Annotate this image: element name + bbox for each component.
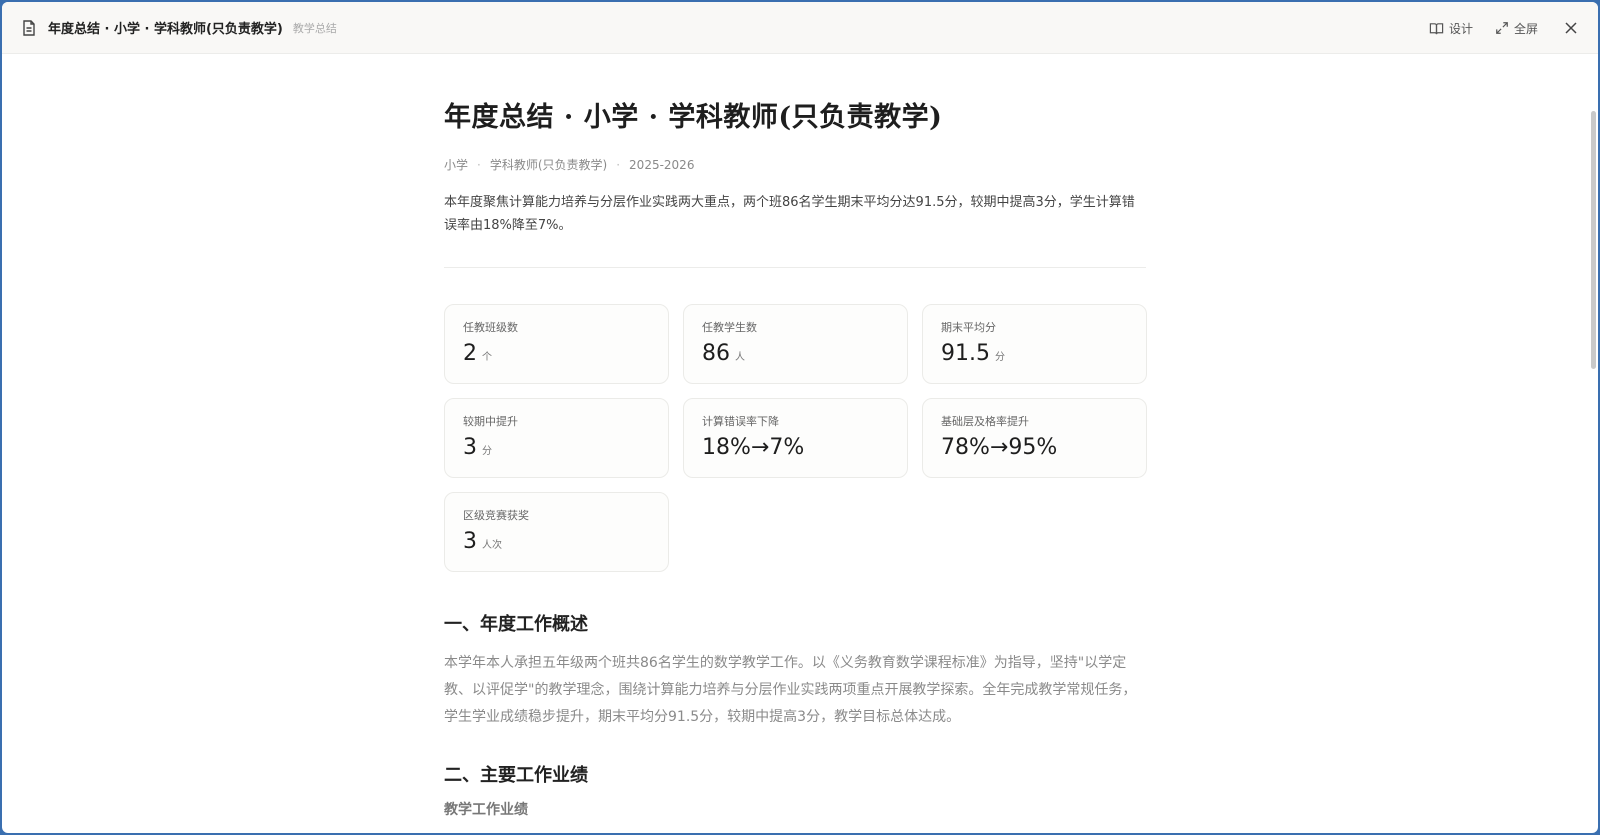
document-meta: 小学 · 学科教师(只负责教学) · 2025-2026 xyxy=(444,156,1146,173)
design-button[interactable]: 设计 xyxy=(1429,20,1473,37)
stat-label: 任教班级数 xyxy=(463,321,518,334)
divider xyxy=(444,267,1146,268)
subsection-heading-teaching: 教学工作业绩 xyxy=(444,802,528,818)
stat-unit: 人次 xyxy=(482,540,502,551)
stat-unit: 分 xyxy=(994,352,1005,363)
section-heading-overview: 一、年度工作概述 xyxy=(444,614,588,635)
stat-unit: 人 xyxy=(735,352,745,363)
meta-level: 小学 xyxy=(444,158,469,172)
fullscreen-button[interactable]: 全屏 xyxy=(1495,20,1538,37)
meta-separator: · xyxy=(616,157,621,172)
expand-icon xyxy=(1495,21,1514,35)
stat-label: 计算错误率下降 xyxy=(702,415,779,428)
close-button[interactable] xyxy=(1564,21,1578,35)
stat-value: 18%→7% xyxy=(702,435,805,460)
stat-card: 计算错误率下降 18%→7% xyxy=(683,398,908,478)
book-open-icon xyxy=(1429,21,1449,36)
document-icon xyxy=(20,19,38,37)
stat-card: 任教班级数 2个 xyxy=(444,304,669,384)
fullscreen-button-label: 全屏 xyxy=(1513,21,1538,36)
title-bar: 年度总结 · 小学 · 学科教师(只负责教学) 教学总结 设计 全屏 xyxy=(2,2,1598,54)
window-subtitle: 教学总结 xyxy=(292,21,337,35)
close-icon xyxy=(1564,21,1578,35)
stat-value: 3 xyxy=(463,529,477,554)
design-button-label: 设计 xyxy=(1448,21,1473,36)
stat-card: 基础层及格率提升 78%→95% xyxy=(922,398,1147,478)
stat-label: 较期中提升 xyxy=(463,415,518,428)
document-window: 年度总结 · 小学 · 学科教师(只负责教学) 教学总结 设计 全屏 年度总结 … xyxy=(2,2,1598,833)
summary-text: 本年度聚焦计算能力培养与分层作业实践两大重点，两个班86名学生期末平均分达91.… xyxy=(444,195,1135,233)
stat-value: 3 xyxy=(463,435,477,460)
stat-value: 91.5 xyxy=(941,341,990,366)
title-actions: 设计 全屏 xyxy=(1407,2,1578,54)
page-title: 年度总结 · 小学 · 学科教师(只负责教学) xyxy=(444,102,943,133)
stat-value: 2 xyxy=(463,341,477,366)
meta-separator: · xyxy=(477,157,481,172)
meta-role: 学科教师(只负责教学) xyxy=(489,158,608,172)
window-title: 年度总结 · 小学 · 学科教师(只负责教学) xyxy=(48,22,283,37)
stat-card: 较期中提升 3分 xyxy=(444,398,669,478)
stat-unit: 分 xyxy=(482,446,492,457)
stat-label: 区级竞赛获奖 xyxy=(463,509,529,522)
document-content[interactable]: 年度总结 · 小学 · 学科教师(只负责教学) 小学 · 学科教师(只负责教学)… xyxy=(2,55,1598,833)
stat-label: 基础层及格率提升 xyxy=(941,415,1029,428)
stat-unit: 个 xyxy=(482,352,492,363)
stat-value: 86 xyxy=(702,341,730,366)
stat-value: 78%→95% xyxy=(941,435,1058,460)
stat-card: 区级竞赛获奖 3 人次 xyxy=(444,492,669,572)
scrollbar-thumb[interactable] xyxy=(1591,111,1596,369)
document-body: 年度总结 · 小学 · 学科教师(只负责教学) 小学 · 学科教师(只负责教学)… xyxy=(444,55,1147,819)
overview-paragraph: 本学年本人承担五年级两个班共86名学生的数学教学工作。以《义务教育数学课程标准》… xyxy=(444,655,1137,725)
meta-year: 2025-2026 xyxy=(629,157,695,172)
stat-card: 期末平均分 91.5 分 xyxy=(922,304,1147,384)
section-heading-achievements: 二、主要工作业绩 xyxy=(444,765,588,786)
stat-card: 任教学生数 86 人 xyxy=(683,304,908,384)
stats-grid: 任教班级数 2个 任教学生数 86 人 期末平均分 91.5 分 较期中提升 3分 … xyxy=(444,304,1147,572)
stat-label: 任教学生数 xyxy=(702,321,757,334)
stat-label: 期末平均分 xyxy=(941,321,996,334)
